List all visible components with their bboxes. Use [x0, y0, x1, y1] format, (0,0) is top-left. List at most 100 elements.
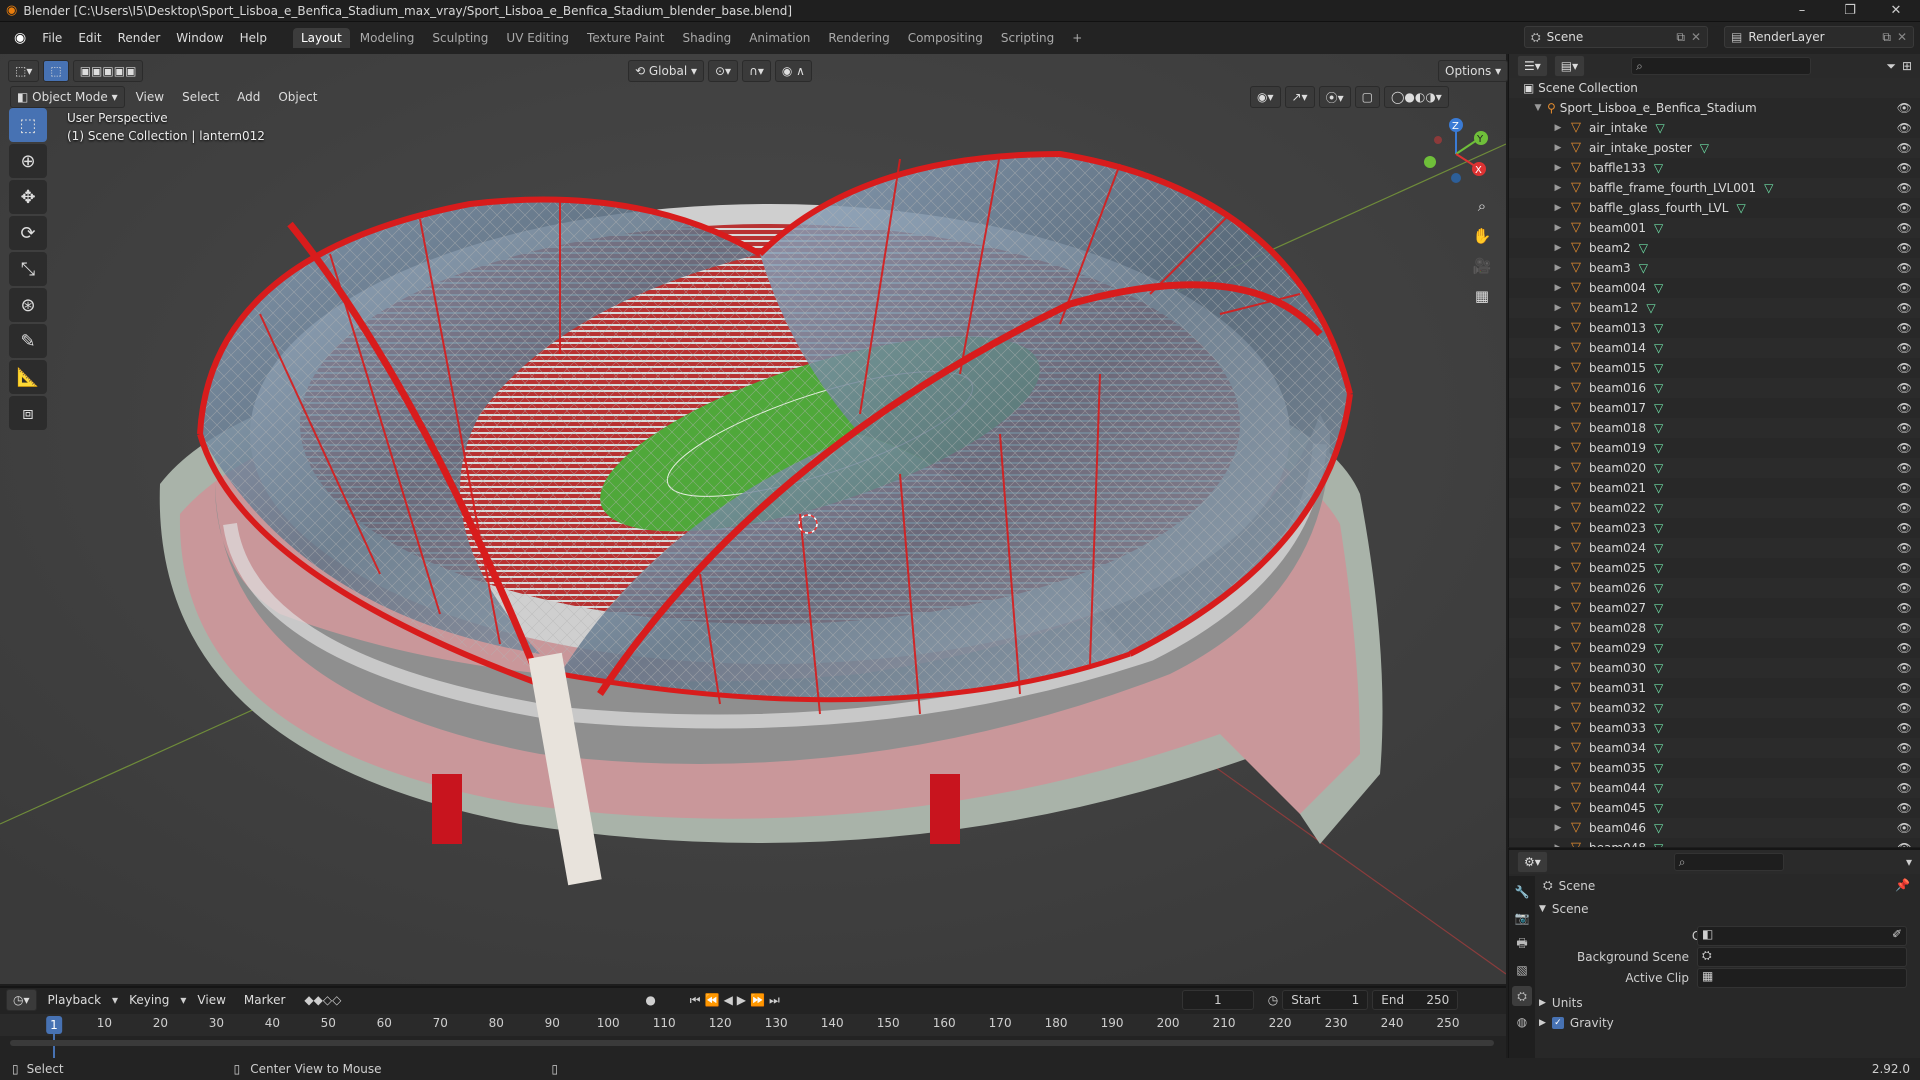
tab-scripting[interactable]: Scripting	[993, 28, 1062, 48]
mesh-data-icon[interactable]: ▽	[1736, 201, 1745, 215]
expand-triangle-icon[interactable]: ▶	[1553, 203, 1563, 213]
mesh-data-icon[interactable]: ▽	[1654, 421, 1663, 435]
eye-icon[interactable]: 👁	[1897, 701, 1912, 715]
outliner-object-row[interactable]: ▶ ▽ air_intake ▽ 👁	[1509, 118, 1920, 138]
tab-rendering[interactable]: Rendering	[820, 28, 897, 48]
cursor-tool[interactable]: ⊕	[9, 144, 47, 178]
expand-triangle-icon[interactable]: ▶	[1553, 463, 1563, 473]
eye-icon[interactable]: 👁	[1897, 621, 1912, 635]
expand-triangle-icon[interactable]: ▶	[1553, 563, 1563, 573]
mesh-data-icon[interactable]: ▽	[1654, 281, 1663, 295]
expand-triangle-icon[interactable]: ▶	[1553, 523, 1563, 533]
expand-triangle-icon[interactable]: ▶	[1553, 303, 1563, 313]
expand-triangle-icon[interactable]: ▶	[1553, 323, 1563, 333]
eye-icon[interactable]: 👁	[1897, 121, 1912, 135]
overlay-toggle[interactable]: ⦿▾	[1318, 86, 1351, 108]
snap-toggle[interactable]: ∩▾	[742, 60, 771, 82]
tab-texture-paint[interactable]: Texture Paint	[579, 28, 672, 48]
mesh-data-icon[interactable]: ▽	[1654, 761, 1663, 775]
collapse-triangle-icon[interactable]: ▼	[1533, 103, 1543, 113]
outliner-object-row[interactable]: ▶ ▽ beam017 ▽ 👁	[1509, 398, 1920, 418]
expand-triangle-icon[interactable]: ▶	[1553, 843, 1563, 847]
measure-tool[interactable]: 📐	[9, 360, 47, 394]
outliner-object-row[interactable]: ▶ ▽ beam031 ▽ 👁	[1509, 678, 1920, 698]
menu-playback[interactable]: Playback	[41, 989, 109, 1011]
eye-icon[interactable]: 👁	[1897, 841, 1912, 847]
select-tool[interactable]: ⬚	[9, 108, 47, 142]
outliner-object-row[interactable]: ▶ ▽ beam021 ▽ 👁	[1509, 478, 1920, 498]
pivot-point-dropdown[interactable]: ⊙▾	[708, 60, 739, 82]
outliner-object-row[interactable]: ▶ ▽ beam035 ▽ 👁	[1509, 758, 1920, 778]
outliner-object-row[interactable]: ▶ ▽ baffle_frame_fourth_LVL001 ▽ 👁	[1509, 178, 1920, 198]
zoom-icon[interactable]: ⌕	[1468, 192, 1496, 220]
current-frame-field[interactable]: 1	[1181, 990, 1254, 1010]
eye-icon[interactable]: 👁	[1897, 281, 1912, 295]
mesh-data-icon[interactable]: ▽	[1654, 821, 1663, 835]
mode-dropdown[interactable]: ◧ Object Mode ▾	[10, 86, 125, 108]
expand-triangle-icon[interactable]: ▶	[1553, 743, 1563, 753]
navigation-gizmo[interactable]: Z Y X	[1420, 112, 1490, 188]
mesh-data-icon[interactable]: ▽	[1654, 681, 1663, 695]
expand-triangle-icon[interactable]: ▶	[1553, 163, 1563, 173]
mesh-data-icon[interactable]: ▽	[1654, 641, 1663, 655]
gizmo-toggle[interactable]: ↗▾	[1284, 86, 1315, 108]
active-clip-field[interactable]: ▦	[1697, 968, 1907, 988]
expand-triangle-icon[interactable]: ▶	[1553, 723, 1563, 733]
properties-search-input[interactable]: ⌕	[1673, 853, 1784, 871]
gravity-checkbox[interactable]: ✓	[1551, 1017, 1564, 1029]
editor-type-button[interactable]: ⬚▾	[8, 60, 40, 82]
outliner-object-row[interactable]: ▶ ▽ beam034 ▽ 👁	[1509, 738, 1920, 758]
eye-icon[interactable]: 👁	[1897, 421, 1912, 435]
menu-keying[interactable]: Keying	[122, 989, 176, 1011]
outliner-object-row[interactable]: ▶ ▽ beam015 ▽ 👁	[1509, 358, 1920, 378]
mesh-data-icon[interactable]: ▽	[1639, 241, 1648, 255]
expand-triangle-icon[interactable]: ▶	[1553, 643, 1563, 653]
tab-animation[interactable]: Animation	[741, 28, 818, 48]
minimize-button[interactable]: –	[1782, 0, 1822, 22]
outliner-object-row[interactable]: ▶ ▽ beam3 ▽ 👁	[1509, 258, 1920, 278]
outliner-object-row[interactable]: ▶ ▽ beam2 ▽ 👁	[1509, 238, 1920, 258]
expand-triangle-icon[interactable]: ▶	[1553, 443, 1563, 453]
menu-view[interactable]: View	[129, 86, 171, 108]
expand-triangle-icon[interactable]: ▶	[1553, 283, 1563, 293]
eye-icon[interactable]: 👁	[1897, 101, 1912, 115]
outliner-object-row[interactable]: ▶ ▽ beam045 ▽ 👁	[1509, 798, 1920, 818]
outliner-object-row[interactable]: ▶ ▽ beam023 ▽ 👁	[1509, 518, 1920, 538]
new-collection-icon[interactable]: ⊞	[1902, 59, 1912, 73]
close-button[interactable]: ✕	[1876, 0, 1916, 22]
eye-icon[interactable]: 👁	[1897, 561, 1912, 575]
pin-icon[interactable]: 📌	[1895, 878, 1910, 892]
expand-triangle-icon[interactable]: ▶	[1553, 543, 1563, 553]
timeline-scrollbar[interactable]	[10, 1040, 1494, 1046]
mesh-data-icon[interactable]: ▽	[1654, 221, 1663, 235]
scene-tab-icon[interactable]: ⛭	[1512, 986, 1532, 1006]
eye-icon[interactable]: 👁	[1897, 501, 1912, 515]
mesh-data-icon[interactable]: ▽	[1654, 321, 1663, 335]
blender-menu-icon[interactable]: ◉	[6, 22, 34, 54]
gravity-panel-header[interactable]: ▶ ✓ Gravity	[1539, 1016, 1614, 1030]
start-frame-field[interactable]: Start 1	[1282, 990, 1369, 1010]
eye-icon[interactable]: 👁	[1897, 681, 1912, 695]
mesh-data-icon[interactable]: ▽	[1700, 141, 1709, 155]
outliner-object-row[interactable]: ▶ ▽ baffle_glass_fourth_LVL ▽ 👁	[1509, 198, 1920, 218]
renderlayer-selector[interactable]: ▤ RenderLayer ⧉ ✕	[1724, 26, 1914, 48]
outliner-object-row[interactable]: ▶ ▽ air_intake_poster ▽ 👁	[1509, 138, 1920, 158]
outliner-object-row[interactable]: ▶ ▽ beam030 ▽ 👁	[1509, 658, 1920, 678]
menu-marker[interactable]: Marker	[237, 989, 292, 1011]
eye-icon[interactable]: 👁	[1897, 741, 1912, 755]
eye-icon[interactable]: 👁	[1897, 441, 1912, 455]
eye-icon[interactable]: 👁	[1897, 201, 1912, 215]
eye-icon[interactable]: 👁	[1897, 781, 1912, 795]
outliner-object-row[interactable]: ▶ ▽ beam044 ▽ 👁	[1509, 778, 1920, 798]
properties-editor-type[interactable]: ⚙▾	[1517, 851, 1548, 873]
expand-triangle-icon[interactable]: ▶	[1553, 623, 1563, 633]
tab-compositing[interactable]: Compositing	[900, 28, 991, 48]
expand-triangle-icon[interactable]: ▶	[1553, 703, 1563, 713]
mesh-data-icon[interactable]: ▽	[1654, 701, 1663, 715]
eye-icon[interactable]: 👁	[1897, 221, 1912, 235]
scene-collection-row[interactable]: ▣ Scene Collection	[1509, 78, 1920, 98]
eye-icon[interactable]: 👁	[1897, 261, 1912, 275]
expand-triangle-icon[interactable]: ▶	[1553, 663, 1563, 673]
tab-uv-editing[interactable]: UV Editing	[498, 28, 577, 48]
menu-add[interactable]: Add	[230, 86, 267, 108]
